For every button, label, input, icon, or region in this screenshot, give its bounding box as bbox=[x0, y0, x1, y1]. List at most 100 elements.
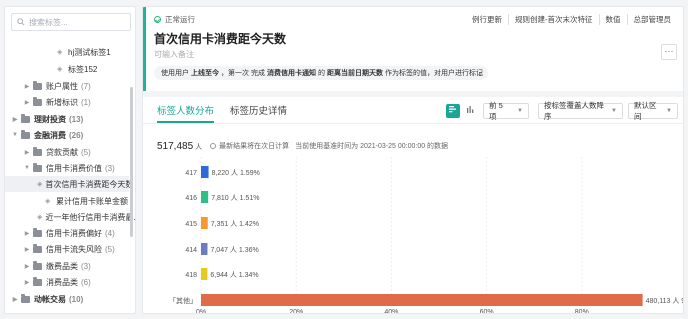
tree-item[interactable]: ▶ 动帐交易 (10) bbox=[5, 291, 129, 307]
bar[interactable] bbox=[201, 268, 208, 280]
bar-chart-view-button[interactable] bbox=[446, 104, 460, 118]
meta-update-mode[interactable]: 例行更新 bbox=[466, 14, 508, 25]
tree-item[interactable]: ▶ 账户属性 (7) bbox=[5, 78, 129, 94]
total-unit: 人 bbox=[195, 144, 203, 151]
summary-line: 517,485 人 最新结果将在次日计算 当前使用基准时间为 2021-03-2… bbox=[157, 141, 448, 152]
tree-item-count: (3) bbox=[81, 261, 91, 271]
tag-tree-sidebar: 搜索标签... ◈ hj测试标签1 ◈ 标签152 ▶ 账户属性 (7) ▶ 新增标识 (1) ▶ 理… bbox=[4, 6, 136, 314]
tree-item-count: (5) bbox=[105, 244, 115, 254]
caret-down-icon: ▼ bbox=[611, 108, 617, 114]
tag-icon: ◈ bbox=[57, 66, 63, 73]
sidebar-scrollbar[interactable] bbox=[130, 87, 133, 237]
top-n-select[interactable]: 前 5 项 ▼ bbox=[483, 101, 529, 121]
tree-item-label: hj测试标签1 bbox=[68, 47, 111, 57]
tree-item[interactable]: ▶ 信用卡流失风险 (5) bbox=[5, 241, 129, 257]
page-title: 首次信用卡消费距今天数 bbox=[154, 32, 287, 46]
status-text: 正常运行 bbox=[165, 15, 195, 24]
tab-distribution[interactable]: 标签人数分布 bbox=[157, 103, 215, 123]
search-placeholder: 搜索标签... bbox=[29, 17, 68, 27]
caret-right-icon[interactable]: ▶ bbox=[23, 230, 31, 237]
folder-icon bbox=[21, 113, 30, 123]
column-chart-view-button[interactable] bbox=[463, 104, 477, 118]
bar[interactable] bbox=[201, 243, 208, 255]
caret-right-icon[interactable]: ▶ bbox=[23, 279, 31, 286]
x-tick-label: 0% bbox=[196, 309, 206, 314]
tree-item-count: (10) bbox=[69, 294, 84, 304]
bar[interactable] bbox=[201, 166, 209, 178]
chevron-right-icon[interactable]: › bbox=[479, 69, 482, 78]
tree-item[interactable]: ▶ 新增标识 (1) bbox=[5, 94, 129, 110]
info-icon bbox=[210, 143, 217, 149]
tree-item-label: 消费品类 bbox=[46, 277, 78, 287]
folder-icon bbox=[33, 227, 42, 237]
section-divider bbox=[143, 91, 683, 97]
tree-item[interactable]: ▶ 理财投资 (13) bbox=[5, 111, 129, 127]
bar[interactable] bbox=[201, 191, 209, 203]
tree-item[interactable]: ▶ 消费品类 (6) bbox=[5, 274, 129, 290]
tree-item-label: 缴费品类 bbox=[46, 261, 78, 271]
check-circle-icon bbox=[154, 16, 161, 23]
tree-item-count: (13) bbox=[69, 114, 84, 124]
folder-icon bbox=[33, 260, 42, 270]
tree-item[interactable]: ◈ 累计信用卡账单金额 bbox=[5, 193, 129, 209]
top-n-value: 前 5 项 bbox=[489, 101, 503, 121]
caret-right-icon[interactable]: ▶ bbox=[23, 83, 31, 90]
bar[interactable] bbox=[201, 294, 643, 306]
tree-item[interactable]: ▶ 信用卡消费偏好 (4) bbox=[5, 225, 129, 241]
tree-item[interactable]: ◈ hj测试标签1 bbox=[5, 44, 129, 60]
folder-icon bbox=[33, 162, 42, 172]
tree-item-label: 标签152 bbox=[68, 64, 98, 74]
caret-right-icon[interactable]: ▶ bbox=[23, 263, 31, 270]
data-label: 480,113 人 92.78% bbox=[646, 297, 683, 305]
sort-select[interactable]: 按标签覆盖人数降序 ▼ bbox=[538, 101, 623, 121]
tree-item-count: (5) bbox=[81, 147, 91, 157]
tree-item[interactable]: ▼ 金融消费 (26) bbox=[5, 127, 129, 143]
tree-item[interactable]: ▼ 信用卡消费价值 (3) bbox=[5, 160, 129, 176]
sort-value: 按标签覆盖人数降序 bbox=[544, 101, 604, 121]
tree-item-count: (1) bbox=[81, 97, 91, 107]
category-label: 「其他」 bbox=[169, 296, 197, 305]
tree-item[interactable]: ▶ 贷款贡献 (5) bbox=[5, 144, 129, 160]
status-accent-bar bbox=[143, 7, 146, 91]
data-label: 6,944 人 1.34% bbox=[210, 271, 258, 279]
tree-item-label: 近一年他行信用卡消费最... bbox=[45, 212, 136, 222]
desc-text-3: 的 bbox=[317, 70, 325, 77]
summary-note-2: 当前使用基准时间为 2021-03-25 00:00:00 的数据 bbox=[295, 143, 449, 150]
tree-item[interactable]: ◈ 首次信用卡消费距今天数 bbox=[5, 176, 133, 192]
tree-item[interactable]: ▶ 缴费品类 (3) bbox=[5, 258, 129, 274]
desc-text-2: ，第一次 完成 bbox=[221, 70, 265, 77]
caret-down-icon[interactable]: ▼ bbox=[23, 165, 31, 171]
caret-right-icon[interactable]: ▶ bbox=[11, 296, 19, 303]
tree-item[interactable]: ◈ 标签152 bbox=[5, 61, 129, 77]
search-input[interactable]: 搜索标签... bbox=[11, 13, 131, 31]
folder-icon bbox=[33, 80, 42, 90]
caret-right-icon[interactable]: ▶ bbox=[11, 116, 19, 123]
caret-right-icon[interactable]: ▶ bbox=[23, 99, 31, 106]
data-label: 7,351 人 1.42% bbox=[211, 220, 259, 228]
tag-detail-panel: 正常运行 例行更新 规则创建-首次末次特征 数值 总部管理员 首次信用卡消费距今… bbox=[142, 6, 684, 314]
tab-history[interactable]: 标签历史详情 bbox=[230, 103, 287, 123]
folder-icon bbox=[33, 96, 42, 106]
tag-icon: ◈ bbox=[57, 49, 63, 56]
range-select[interactable]: 默认区间 ▼ bbox=[628, 101, 678, 121]
more-button[interactable]: ··· bbox=[661, 44, 677, 60]
tab-underline bbox=[143, 123, 683, 124]
meta-rule-type[interactable]: 规则创建-首次末次特征 bbox=[508, 14, 599, 25]
folder-icon bbox=[21, 129, 30, 139]
tree-item-count: (4) bbox=[105, 228, 115, 238]
meta-owner[interactable]: 总部管理员 bbox=[626, 14, 678, 25]
meta-value-type[interactable]: 数值 bbox=[598, 14, 627, 25]
caret-right-icon[interactable]: ▶ bbox=[23, 246, 31, 253]
caret-down-icon: ▼ bbox=[666, 108, 672, 114]
bar-chart-icon bbox=[449, 106, 456, 113]
tag-icon: ◈ bbox=[45, 198, 51, 205]
tree-item-label: 首次信用卡消费距今天数 bbox=[45, 179, 134, 189]
bar[interactable] bbox=[201, 217, 208, 229]
tree-item[interactable]: ◈ 近一年他行信用卡消费最... bbox=[5, 209, 135, 225]
desc-bold-3: 距离当前日期天数 bbox=[326, 70, 383, 77]
remark-input[interactable]: 可输入备注 bbox=[154, 49, 194, 60]
tree-item-label: 账户属性 bbox=[46, 81, 78, 91]
caret-right-icon[interactable]: ▶ bbox=[23, 149, 31, 156]
caret-down-icon[interactable]: ▼ bbox=[11, 132, 19, 138]
tree-item-label: 信用卡消费价值 bbox=[46, 163, 102, 173]
